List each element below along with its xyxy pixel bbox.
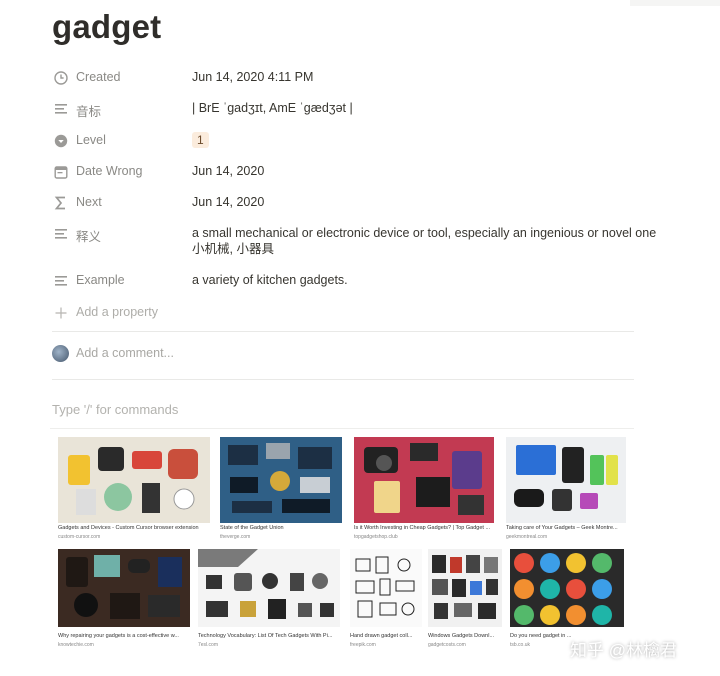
property-name: Date Wrong — [76, 164, 143, 178]
clock-icon — [52, 70, 70, 86]
property-created[interactable]: Created Jun 14, 2020 4:11 PM — [52, 65, 652, 91]
watermark: 知乎 @林檎君 — [570, 641, 677, 660]
property-name: 音标 — [76, 105, 102, 119]
gallery-card[interactable]: State of the Gadget Union theverge.com — [220, 437, 342, 541]
top-right-corner-strip — [630, 0, 720, 6]
gallery-caption[interactable]: Technology Vocabulary: List Of Tech Gadg… — [198, 633, 340, 639]
gallery-card[interactable]: Is it Worth Investing in Cheap Gadgets? … — [354, 437, 494, 541]
gallery-image[interactable] — [506, 437, 626, 523]
gallery-image[interactable] — [354, 437, 494, 523]
add-property-button[interactable]: Add a property — [52, 300, 652, 326]
property-example[interactable]: Example a variety of kitchen gadgets. — [52, 268, 652, 294]
property-value[interactable]: | BrE ˈɡadʒɪt, AmE ˈɡædʒət | — [192, 100, 353, 116]
gallery-card[interactable]: Windows Gadgets Downl... gadgetcosts.com — [428, 549, 502, 653]
property-name: 释义 — [76, 230, 102, 244]
gallery-caption[interactable]: Windows Gadgets Downl... — [428, 633, 502, 639]
property-next[interactable]: Next Jun 14, 2020 — [52, 190, 652, 216]
gallery-source: geekmontreal.com — [506, 534, 548, 540]
gallery-source: 7esl.com — [198, 642, 219, 648]
gallery-card[interactable]: Why repairing your gadgets is a cost-eff… — [58, 549, 190, 653]
gallery-card[interactable]: Hand drawn gadget coll... freepik.com — [350, 549, 422, 653]
gallery-card[interactable]: Technology Vocabulary: List Of Tech Gadg… — [198, 549, 340, 653]
property-value[interactable]: Jun 14, 2020 — [192, 163, 264, 179]
add-property-label: Add a property — [76, 305, 158, 319]
plus-icon — [52, 305, 70, 321]
gallery-image[interactable] — [220, 437, 342, 523]
gallery-source: gadgetcosts.com — [428, 642, 466, 648]
avatar — [52, 345, 69, 362]
gallery-card[interactable]: Taking care of Your Gadgets – Geek Montr… — [506, 437, 626, 541]
gallery-source: tsb.co.uk — [510, 642, 531, 648]
gallery-caption[interactable]: Hand drawn gadget coll... — [350, 633, 422, 639]
gallery-source: knowtechie.com — [58, 642, 94, 648]
gallery-caption[interactable]: Taking care of Your Gadgets – Geek Montr… — [506, 525, 626, 531]
gallery-source: custom-cursor.com — [58, 534, 101, 540]
property-level[interactable]: Level 1 — [52, 128, 652, 154]
gallery-source: topgadgetshop.club — [354, 534, 398, 540]
gallery-caption[interactable]: Is it Worth Investing in Cheap Gadgets? … — [354, 525, 494, 531]
comment-input[interactable]: Add a comment... — [76, 346, 174, 360]
property-date-wrong[interactable]: Date Wrong Jun 14, 2020 — [52, 159, 652, 185]
property-value[interactable]: Jun 14, 2020 — [192, 194, 264, 210]
gallery-card[interactable]: Gadgets and Devices - Custom Cursor brow… — [58, 437, 210, 541]
gallery-source: theverge.com — [220, 534, 251, 540]
gallery-image[interactable] — [510, 549, 624, 627]
divider — [52, 379, 634, 380]
gallery-image[interactable] — [350, 549, 422, 627]
gallery-image[interactable] — [58, 437, 210, 523]
gallery-source: freepik.com — [350, 642, 376, 648]
property-value[interactable]: Jun 14, 2020 4:11 PM — [192, 69, 313, 85]
property-name: Next — [76, 195, 102, 209]
gallery-caption[interactable]: Gadgets and Devices - Custom Cursor brow… — [58, 525, 210, 531]
text-lines-icon — [52, 273, 70, 289]
property-phonetic[interactable]: 音标 | BrE ˈɡadʒɪt, AmE ˈɡædʒət | — [52, 96, 652, 122]
property-name: Level — [76, 133, 106, 147]
divider — [52, 331, 634, 332]
gallery-image[interactable] — [58, 549, 190, 627]
gallery-image[interactable] — [428, 549, 502, 627]
definition-chinese: 小机械, 小器具 — [192, 242, 274, 256]
text-lines-icon — [52, 101, 70, 117]
select-circle-icon — [52, 133, 70, 149]
property-value[interactable]: 1 — [192, 132, 209, 148]
property-value[interactable]: a variety of kitchen gadgets. — [192, 272, 348, 288]
page-title[interactable]: gadget — [52, 8, 161, 46]
property-name: Example — [76, 273, 125, 287]
text-lines-icon — [52, 226, 70, 242]
gallery-caption[interactable]: State of the Gadget Union — [220, 525, 342, 531]
comment-box[interactable]: Add a comment... — [52, 345, 352, 365]
property-value[interactable]: a small mechanical or electronic device … — [192, 225, 656, 257]
property-definition[interactable]: 释义 a small mechanical or electronic devi… — [52, 221, 656, 257]
editor-placeholder[interactable]: Type '/' for commands — [52, 402, 178, 417]
gallery-image[interactable] — [198, 549, 340, 627]
image-search-results: Gadgets and Devices - Custom Cursor brow… — [50, 428, 634, 669]
property-name: Created — [76, 70, 121, 84]
definition-english: a small mechanical or electronic device … — [192, 226, 657, 240]
sigma-icon — [52, 195, 70, 211]
gallery-caption[interactable]: Why repairing your gadgets is a cost-eff… — [58, 633, 190, 639]
calendar-icon — [52, 164, 70, 180]
level-badge[interactable]: 1 — [192, 132, 209, 148]
